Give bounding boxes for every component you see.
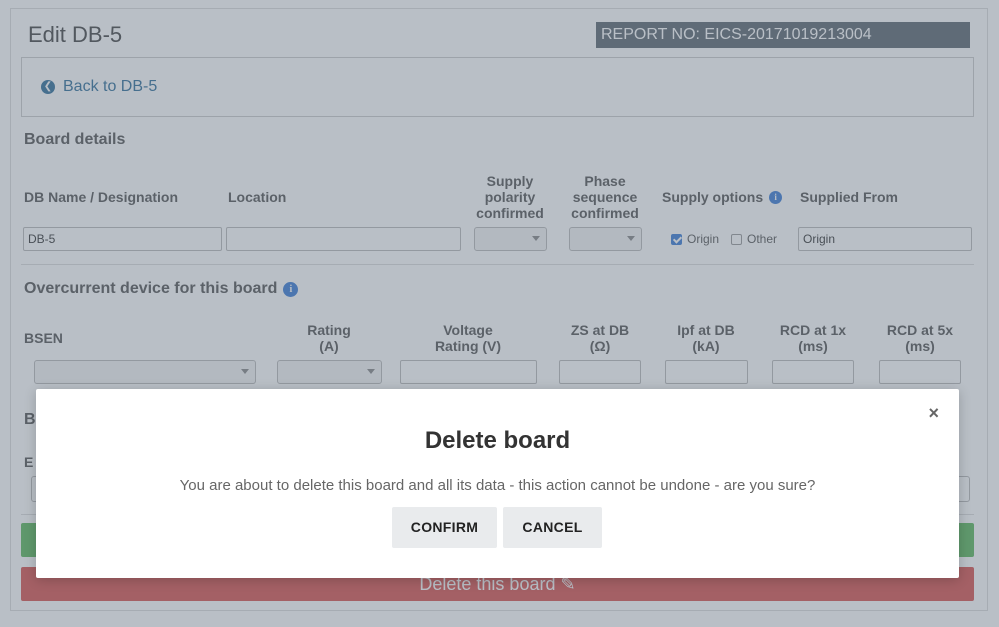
delete-board-dialog: × Delete board You are about to delete t… (36, 389, 959, 578)
dialog-title: Delete board (424, 427, 571, 454)
close-icon[interactable]: × (928, 403, 939, 424)
dialog-message: You are about to delete this board and a… (179, 477, 816, 494)
confirm-button[interactable]: CONFIRM (392, 507, 497, 548)
cancel-button[interactable]: CANCEL (503, 507, 602, 548)
